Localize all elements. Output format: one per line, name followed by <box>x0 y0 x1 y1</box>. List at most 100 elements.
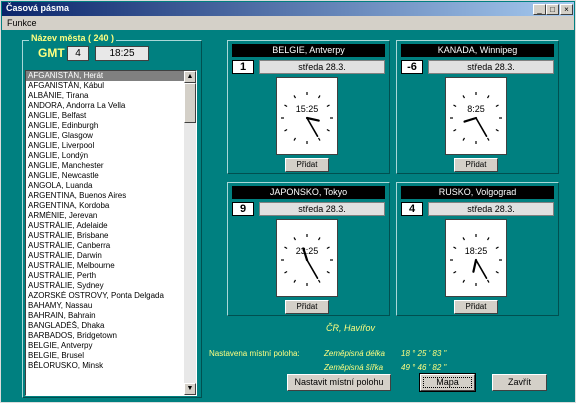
scroll-down-icon[interactable]: ▼ <box>184 383 196 395</box>
clock-digital-time: 8:25 <box>467 104 485 114</box>
clock-tick <box>453 104 457 108</box>
add-button[interactable]: Přidat <box>285 158 329 172</box>
list-item[interactable]: BĚLORUSKO, Minsk <box>26 361 185 371</box>
add-button[interactable]: Přidat <box>454 158 498 172</box>
city-list-scrollbar[interactable]: ▲ ▼ <box>184 71 196 395</box>
list-item[interactable]: ARGENTINA, Kordoba <box>26 201 185 211</box>
clock-offset: 9 <box>232 202 254 216</box>
clock-offset: 1 <box>232 60 254 74</box>
list-item[interactable]: BANGLADÉŠ, Dhaka <box>26 321 185 331</box>
map-button[interactable]: Mapa <box>420 374 475 391</box>
list-item[interactable]: BARBADOS, Bridgetown <box>26 331 185 341</box>
clock-tick <box>293 279 297 283</box>
list-item[interactable]: BELGIE, Brusel <box>26 351 185 361</box>
list-item[interactable]: ANGLIE, Belfast <box>26 111 185 121</box>
gmt-time-field[interactable]: 18:25 <box>95 46 149 61</box>
list-item[interactable]: ANGLIE, Glasgow <box>26 131 185 141</box>
clock-tick <box>462 279 466 283</box>
list-item[interactable]: BAHRAIN, Bahrain <box>26 311 185 321</box>
list-item[interactable]: ARMÉNIE, Jerevan <box>26 211 185 221</box>
scroll-thumb[interactable] <box>184 83 196 123</box>
clock-tick <box>495 128 499 132</box>
window-title: Časová pásma <box>6 3 70 13</box>
analog-clock: 8:25 <box>445 77 507 155</box>
add-button[interactable]: Přidat <box>285 300 329 314</box>
list-item[interactable]: ARGENTINA, Buenos Aires <box>26 191 185 201</box>
list-item[interactable]: BELGIE, Antverpy <box>26 341 185 351</box>
list-item[interactable]: ANGLIE, Londýn <box>26 151 185 161</box>
clock-tick <box>284 128 288 132</box>
list-item[interactable]: AUSTRÁLIE, Melbourne <box>26 261 185 271</box>
clock-tick <box>317 137 321 141</box>
clock-tick <box>326 246 330 250</box>
clock-tick <box>317 279 321 283</box>
clock-day: středa 28.3. <box>428 60 554 74</box>
minimize-button[interactable]: _ <box>533 4 546 15</box>
close-window-button[interactable]: × <box>560 4 573 15</box>
clock-tick <box>284 270 288 274</box>
list-item[interactable]: ANGLIE, Edinburgh <box>26 121 185 131</box>
clock-tick <box>462 237 466 241</box>
list-item[interactable]: AUSTRÁLIE, Brisbane <box>26 231 185 241</box>
minute-hand <box>475 259 488 279</box>
clock-tick <box>293 237 297 241</box>
clock-tick <box>317 237 321 241</box>
list-item[interactable]: ANGLIE, Manchester <box>26 161 185 171</box>
clock-tick <box>486 279 490 283</box>
clock-panel-japonsko: JAPONSKO, Tokyo 9 středa 28.3. 23:25 Při… <box>227 182 390 316</box>
list-item[interactable]: AZORSKÉ OSTROVY, Ponta Delgada <box>26 291 185 301</box>
clock-tick <box>495 246 499 250</box>
list-item[interactable]: ANGLIE, Liverpool <box>26 141 185 151</box>
clock-tick <box>495 270 499 274</box>
city-list: AFGANISTÁN, Herát AFGANISTÁN, Kábul ALBÁNI… <box>26 71 185 371</box>
clock-city-name: KANADA, Winnipeg <box>401 44 554 57</box>
list-item[interactable]: AUSTRÁLIE, Perth <box>26 271 185 281</box>
maximize-button[interactable]: □ <box>546 4 559 15</box>
clock-tick <box>462 137 466 141</box>
clock-tick <box>453 270 457 274</box>
clock-day: středa 28.3. <box>259 60 385 74</box>
clock-tick <box>284 104 288 108</box>
list-item[interactable]: ANDORA, Andorra La Vella <box>26 101 185 111</box>
list-item[interactable]: AUSTRÁLIE, Sydney <box>26 281 185 291</box>
menu-bar: Funkce <box>2 16 574 30</box>
menu-funkce[interactable]: Funkce <box>7 18 37 28</box>
title-bar[interactable]: Časová pásma _ □ × <box>2 2 574 16</box>
clock-day: středa 28.3. <box>428 202 554 216</box>
list-item[interactable]: AUSTRÁLIE, Darwin <box>26 251 185 261</box>
set-location-button[interactable]: Nastavit místní polohu <box>287 374 391 391</box>
analog-clock: 15:25 <box>276 77 338 155</box>
close-button[interactable]: Zavřít <box>492 374 547 391</box>
list-item[interactable]: ANGLIE, Newcastle <box>26 171 185 181</box>
gmt-offset-field[interactable]: 4 <box>67 46 89 61</box>
clock-digital-time: 15:25 <box>296 104 319 114</box>
clock-city-name: RUSKO, Volgograd <box>401 186 554 199</box>
analog-clock: 18:25 <box>445 219 507 297</box>
clock-panel-rusko: RUSKO, Volgograd 4 středa 28.3. 18:25 Př… <box>396 182 559 316</box>
analog-clock: 23:25 <box>276 219 338 297</box>
clock-tick <box>326 128 330 132</box>
clock-tick <box>293 137 297 141</box>
clock-tick <box>486 95 490 99</box>
hour-hand <box>472 258 478 273</box>
clock-tick <box>495 104 499 108</box>
minute-hand <box>306 259 319 279</box>
longitude-label: Zeměpisná délka <box>324 349 385 358</box>
list-item[interactable]: ALBÁNIE, Tirana <box>26 91 185 101</box>
clock-tick <box>486 137 490 141</box>
list-item[interactable]: AUSTRÁLIE, Canberra <box>26 241 185 251</box>
list-item[interactable]: AFGANISTÁN, Kábul <box>26 81 185 91</box>
clock-day: středa 28.3. <box>259 202 385 216</box>
location-label: Nastavena místní poloha: <box>209 349 300 358</box>
list-item[interactable]: AFGANISTÁN, Herát <box>26 71 185 81</box>
clock-tick <box>284 246 288 250</box>
list-item[interactable]: AUSTRÁLIE, Adelaide <box>26 221 185 231</box>
clock-panel-kanada: KANADA, Winnipeg -6 středa 28.3. 8:25 Př… <box>396 40 559 174</box>
clock-tick <box>293 95 297 99</box>
list-item[interactable]: BAHAMY, Nassau <box>26 301 185 311</box>
list-item[interactable]: ANGOLA, Luanda <box>26 181 185 191</box>
add-button[interactable]: Přidat <box>454 300 498 314</box>
city-listbox[interactable]: AFGANISTÁN, Herát AFGANISTÁN, Kábul ALBÁNI… <box>25 70 197 396</box>
hour-hand <box>463 116 478 123</box>
scroll-up-icon[interactable]: ▲ <box>184 71 196 83</box>
